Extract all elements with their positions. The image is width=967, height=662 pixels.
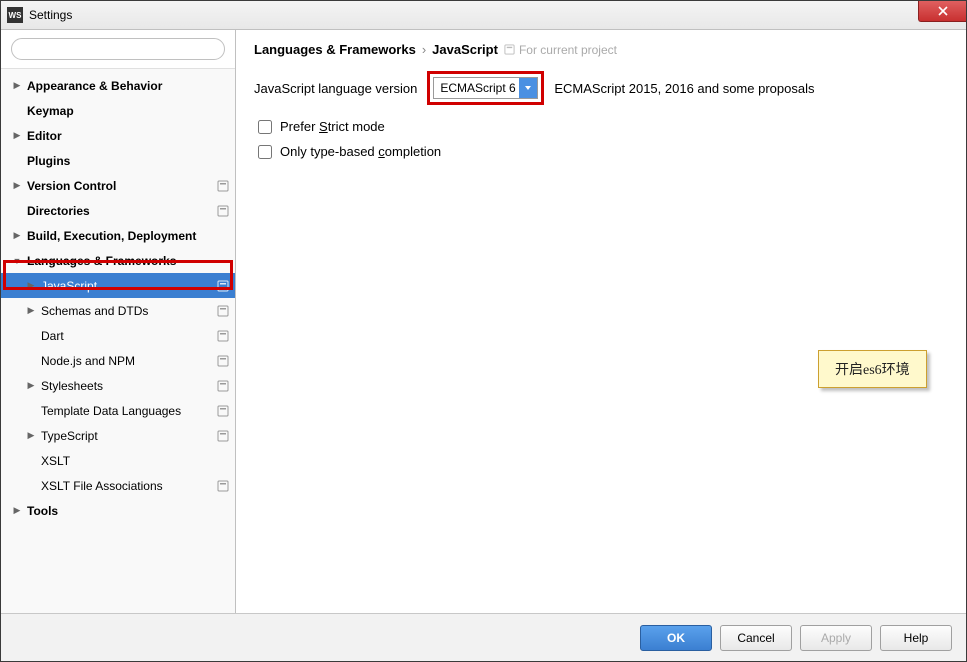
project-icon	[217, 430, 229, 442]
version-label: JavaScript language version	[254, 81, 417, 96]
tree-arrow-icon: ▶	[25, 380, 37, 391]
dialog-footer: OK Cancel Apply Help	[1, 613, 966, 661]
sidebar-item-label: Keymap	[27, 104, 229, 118]
sidebar-item-plugins[interactable]: Plugins	[1, 148, 235, 173]
search-input[interactable]	[11, 38, 225, 60]
sidebar-item-label: XSLT	[41, 454, 229, 468]
sidebar-item-typescript[interactable]: ▶ TypeScript	[1, 423, 235, 448]
sidebar-item-label: Appearance & Behavior	[27, 79, 229, 93]
sidebar-item-label: Template Data Languages	[41, 404, 213, 418]
sidebar-item-editor[interactable]: ▶ Editor	[1, 123, 235, 148]
tree-arrow-icon: ▼	[11, 256, 23, 266]
sidebar-item-label: Build, Execution, Deployment	[27, 229, 229, 243]
project-icon	[217, 380, 229, 392]
tree-arrow-icon: ▶	[11, 130, 23, 141]
annotation-callout: 开启es6环境	[818, 350, 927, 388]
sidebar-item-schemas-and-dtds[interactable]: ▶ Schemas and DTDs	[1, 298, 235, 323]
sidebar-item-dart[interactable]: Dart	[1, 323, 235, 348]
content-area: ▶ Appearance & Behavior Keymap ▶ Editor Plugi…	[1, 30, 966, 613]
breadcrumb-leaf: JavaScript	[432, 42, 498, 57]
highlight-dropdown: ECMAScript 6	[427, 71, 544, 105]
project-icon	[504, 44, 515, 55]
sidebar-item-label: Stylesheets	[41, 379, 213, 393]
project-icon	[217, 205, 229, 217]
sidebar-item-languages-frameworks[interactable]: ▼ Languages & Frameworks	[1, 248, 235, 273]
strict-mode-row: Prefer Strict mode	[258, 119, 948, 134]
main-panel: Languages & Frameworks › JavaScript For …	[236, 30, 966, 613]
sidebar-item-template-data-languages[interactable]: Template Data Languages	[1, 398, 235, 423]
app-icon: WS	[7, 7, 23, 23]
tree-arrow-icon: ▶	[25, 280, 37, 291]
sidebar-item-label: XSLT File Associations	[41, 479, 213, 493]
breadcrumb-root: Languages & Frameworks	[254, 42, 416, 57]
project-icon	[217, 280, 229, 292]
sidebar: ▶ Appearance & Behavior Keymap ▶ Editor Plugi…	[1, 30, 236, 613]
chevron-down-icon	[519, 78, 537, 98]
sidebar-item-directories[interactable]: Directories	[1, 198, 235, 223]
type-completion-checkbox[interactable]	[258, 145, 272, 159]
sidebar-item-label: Languages & Frameworks	[27, 254, 229, 268]
sidebar-item-javascript[interactable]: ▶ JavaScript	[1, 273, 235, 298]
sidebar-item-label: Editor	[27, 129, 229, 143]
sidebar-item-tools[interactable]: ▶ Tools	[1, 498, 235, 523]
breadcrumb: Languages & Frameworks › JavaScript For …	[254, 42, 948, 57]
sidebar-item-label: Node.js and NPM	[41, 354, 213, 368]
cancel-button[interactable]: Cancel	[720, 625, 792, 651]
tree-arrow-icon: ▶	[25, 430, 37, 441]
sidebar-item-appearance-behavior[interactable]: ▶ Appearance & Behavior	[1, 73, 235, 98]
language-version-dropdown[interactable]: ECMAScript 6	[433, 77, 538, 99]
project-icon	[217, 480, 229, 492]
sidebar-item-keymap[interactable]: Keymap	[1, 98, 235, 123]
window-title: Settings	[29, 8, 72, 22]
strict-mode-label[interactable]: Prefer Strict mode	[280, 119, 385, 134]
settings-window: WS Settings ▶ Appearance & Behavior Keymap…	[0, 0, 967, 662]
project-scope-hint: For current project	[504, 43, 617, 57]
apply-button[interactable]: Apply	[800, 625, 872, 651]
type-completion-label[interactable]: Only type-based completion	[280, 144, 441, 159]
project-icon	[217, 330, 229, 342]
sidebar-item-xslt[interactable]: XSLT	[1, 448, 235, 473]
sidebar-item-label: Plugins	[27, 154, 229, 168]
project-icon	[217, 305, 229, 317]
project-icon	[217, 355, 229, 367]
titlebar: WS Settings	[1, 1, 966, 30]
version-row: JavaScript language version ECMAScript 6…	[254, 71, 948, 105]
sidebar-item-label: Dart	[41, 329, 213, 343]
type-completion-row: Only type-based completion	[258, 144, 948, 159]
strict-mode-checkbox[interactable]	[258, 120, 272, 134]
help-button[interactable]: Help	[880, 625, 952, 651]
sidebar-item-label: JavaScript	[41, 279, 213, 293]
tree-arrow-icon: ▶	[25, 305, 37, 316]
sidebar-item-label: Schemas and DTDs	[41, 304, 213, 318]
project-icon	[217, 405, 229, 417]
sidebar-item-stylesheets[interactable]: ▶ Stylesheets	[1, 373, 235, 398]
sidebar-item-label: Directories	[27, 204, 213, 218]
close-button[interactable]	[918, 1, 966, 22]
sidebar-item-label: Tools	[27, 504, 229, 518]
tree-arrow-icon: ▶	[11, 80, 23, 91]
sidebar-item-label: Version Control	[27, 179, 213, 193]
sidebar-item-node-js-and-npm[interactable]: Node.js and NPM	[1, 348, 235, 373]
dropdown-value: ECMAScript 6	[440, 81, 515, 95]
tree-arrow-icon: ▶	[11, 180, 23, 191]
sidebar-item-label: TypeScript	[41, 429, 213, 443]
settings-tree[interactable]: ▶ Appearance & Behavior Keymap ▶ Editor Plugi…	[1, 69, 235, 613]
search-wrap	[1, 30, 235, 69]
sidebar-item-version-control[interactable]: ▶ Version Control	[1, 173, 235, 198]
version-description: ECMAScript 2015, 2016 and some proposals	[554, 81, 814, 96]
sidebar-item-xslt-file-associations[interactable]: XSLT File Associations	[1, 473, 235, 498]
breadcrumb-separator: ›	[422, 42, 426, 57]
tree-arrow-icon: ▶	[11, 505, 23, 516]
project-scope-text: For current project	[519, 43, 617, 57]
sidebar-item-build-execution-deployment[interactable]: ▶ Build, Execution, Deployment	[1, 223, 235, 248]
tree-arrow-icon: ▶	[11, 230, 23, 241]
close-icon	[938, 6, 948, 16]
ok-button[interactable]: OK	[640, 625, 712, 651]
project-icon	[217, 180, 229, 192]
